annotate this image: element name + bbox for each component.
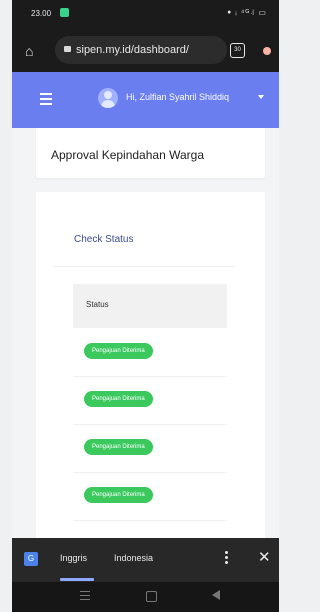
status-bar: 23.00 ꔷ ᵢ ⁴ᴳ꜋ ▭: [12, 0, 279, 28]
home-nav-icon[interactable]: [146, 591, 157, 602]
url-field[interactable]: sipen.my.id/dashboard/: [55, 36, 227, 64]
translate-icon[interactable]: G: [24, 552, 38, 566]
browser-toolbar: ⌂ sipen.my.id/dashboard/ 30: [12, 28, 279, 72]
title-card: Approval Kepindahan Warga: [36, 128, 265, 178]
status-column-header: Status: [86, 300, 109, 309]
recent-apps-icon[interactable]: [80, 591, 90, 603]
status-time: 23.00: [31, 9, 52, 18]
table-row: Pengajuan Diterima: [73, 424, 227, 473]
back-icon[interactable]: [212, 590, 220, 600]
caret-down-icon[interactable]: [258, 95, 264, 99]
page-content: Approval Kepindahan Warga Check Status S…: [12, 128, 279, 538]
table-row: Pengajuan Diterima: [73, 376, 227, 425]
table-row: Pengajuan Diterima: [73, 472, 227, 521]
table-header: Status: [73, 284, 227, 328]
status-badge: Pengajuan Diterima: [84, 439, 153, 455]
url-text: sipen.my.id/dashboard/: [76, 44, 189, 56]
hamburger-icon[interactable]: [40, 93, 52, 108]
check-status-header: Check Status: [53, 214, 235, 267]
user-greeting[interactable]: Hi, Zulfian Syahril Shiddiq: [126, 92, 229, 102]
status-badge: Pengajuan Diterima: [84, 343, 153, 359]
home-icon[interactable]: ⌂: [25, 44, 39, 58]
language-tab[interactable]: Indonesia: [114, 553, 153, 563]
table-row: Pengajuan Diterima: [73, 328, 227, 377]
lock-icon: [64, 46, 71, 53]
menu-icon[interactable]: [263, 47, 271, 55]
app-header: Hi, Zulfian Syahril Shiddiq: [12, 72, 279, 128]
notification-icon: [60, 8, 69, 17]
phone-screen: 23.00 ꔷ ᵢ ⁴ᴳ꜋ ▭ ⌂ sipen.my.id/dashboard/…: [12, 0, 279, 612]
language-tab-active[interactable]: Inggris: [60, 553, 87, 563]
page-title: Approval Kepindahan Warga: [51, 148, 204, 162]
active-tab-indicator: [60, 578, 94, 581]
check-status-label: Check Status: [74, 234, 134, 245]
status-badge: Pengajuan Diterima: [84, 487, 153, 503]
status-badge: Pengajuan Diterima: [84, 391, 153, 407]
avatar-icon[interactable]: [98, 88, 118, 108]
close-icon[interactable]: ✕: [258, 548, 271, 566]
status-icons: ꔷ ᵢ ⁴ᴳ꜋ ▭: [227, 8, 267, 17]
translate-bar: G Inggris Indonesia ✕: [12, 538, 279, 582]
tab-switcher-icon[interactable]: 30: [230, 43, 245, 58]
more-vert-icon[interactable]: [225, 551, 228, 566]
system-nav-bar: [12, 582, 279, 612]
status-card: Check Status Status Pengajuan Diterima P…: [36, 192, 265, 538]
